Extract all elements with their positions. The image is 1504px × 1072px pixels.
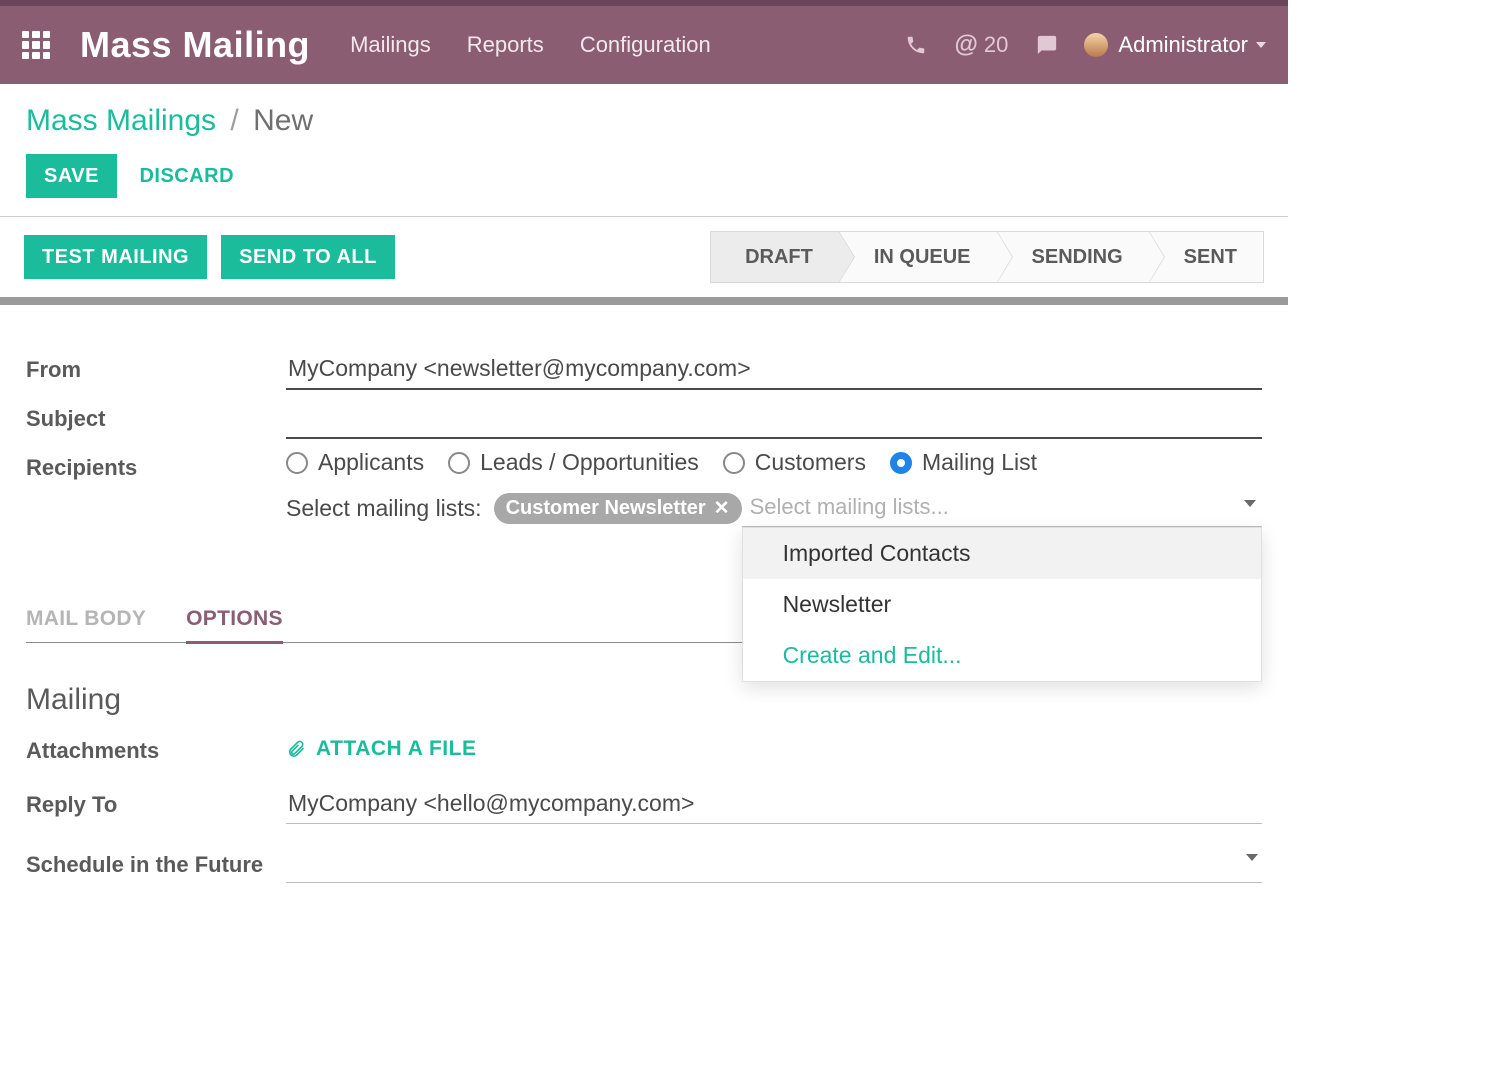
recipients-label: Recipients xyxy=(26,449,286,481)
reply-to-label: Reply To xyxy=(26,792,286,818)
subject-label: Subject xyxy=(26,400,286,432)
status-sending[interactable]: SENDING xyxy=(998,231,1150,283)
messages-at: @ xyxy=(955,31,978,59)
avatar[interactable] xyxy=(1084,33,1108,57)
radio-mailing-list[interactable]: Mailing List xyxy=(890,449,1037,476)
tag-remove-icon[interactable]: ✕ xyxy=(714,497,730,520)
app-title: Mass Mailing xyxy=(80,24,310,66)
schedule-caret-icon[interactable] xyxy=(1246,854,1258,861)
tab-options[interactable]: OPTIONS xyxy=(186,597,283,644)
attach-file-button[interactable]: ATTACH A FILE xyxy=(286,737,476,761)
reply-to-input[interactable] xyxy=(286,786,1262,824)
radio-leads[interactable]: Leads / Opportunities xyxy=(448,449,699,476)
mailing-lists-caret-icon[interactable] xyxy=(1244,500,1256,507)
select-mailing-lists-label: Select mailing lists: xyxy=(286,495,482,522)
tag-customer-newsletter: Customer Newsletter ✕ xyxy=(494,493,742,524)
apps-icon[interactable] xyxy=(22,31,50,59)
schedule-input[interactable] xyxy=(286,846,1262,883)
status-in-queue[interactable]: IN QUEUE xyxy=(840,231,998,283)
chat-icon[interactable] xyxy=(1036,34,1058,56)
save-button[interactable]: SAVE xyxy=(26,154,117,198)
phone-icon[interactable] xyxy=(905,34,927,56)
top-nav: Mass Mailing Mailings Reports Configurat… xyxy=(0,0,1288,84)
schedule-label: Schedule in the Future xyxy=(26,852,286,878)
tab-mail-body[interactable]: MAIL BODY xyxy=(26,597,146,642)
nav-reports[interactable]: Reports xyxy=(467,32,544,58)
breadcrumb-parent[interactable]: Mass Mailings xyxy=(26,104,216,137)
status-sent[interactable]: SENT xyxy=(1150,231,1264,283)
subject-input[interactable] xyxy=(286,400,1262,439)
from-input[interactable] xyxy=(286,351,1262,390)
send-to-all-button[interactable]: SEND TO ALL xyxy=(221,235,395,279)
dropdown-item-imported[interactable]: Imported Contacts xyxy=(743,528,1261,579)
action-bar: TEST MAILING SEND TO ALL DRAFT IN QUEUE … xyxy=(0,217,1288,305)
radio-applicants[interactable]: Applicants xyxy=(286,449,424,476)
radio-customers[interactable]: Customers xyxy=(723,449,866,476)
test-mailing-button[interactable]: TEST MAILING xyxy=(24,235,207,279)
header-bar: Mass Mailings / New SAVE DISCARD xyxy=(0,84,1288,217)
nav-configuration[interactable]: Configuration xyxy=(580,32,711,58)
dropdown-item-newsletter[interactable]: Newsletter xyxy=(743,579,1261,630)
status-bar: DRAFT IN QUEUE SENDING SENT xyxy=(710,231,1264,283)
mailing-lists-input[interactable] xyxy=(742,490,1262,527)
paperclip-icon xyxy=(286,739,306,759)
breadcrumb: Mass Mailings / New xyxy=(26,104,1262,138)
user-name[interactable]: Administrator xyxy=(1118,32,1248,58)
form-area: From Subject Recipients Applicants Leads… xyxy=(0,305,1288,883)
discard-button[interactable]: DISCARD xyxy=(121,154,252,198)
user-menu-caret-icon[interactable] xyxy=(1256,42,1266,48)
recipients-radio-group: Applicants Leads / Opportunities Custome… xyxy=(286,449,1262,476)
status-draft[interactable]: DRAFT xyxy=(710,231,840,283)
mailing-lists-dropdown: Imported Contacts Newsletter Create and … xyxy=(742,527,1262,682)
messages-count: 20 xyxy=(984,32,1008,58)
nav-mailings[interactable]: Mailings xyxy=(350,32,431,58)
from-label: From xyxy=(26,351,286,383)
messages-icon[interactable]: @ 20 xyxy=(955,31,1009,59)
dropdown-create-and-edit[interactable]: Create and Edit... xyxy=(743,630,1261,681)
attachments-label: Attachments xyxy=(26,738,286,764)
breadcrumb-current: New xyxy=(253,104,313,137)
section-title-mailing: Mailing xyxy=(26,683,1262,717)
